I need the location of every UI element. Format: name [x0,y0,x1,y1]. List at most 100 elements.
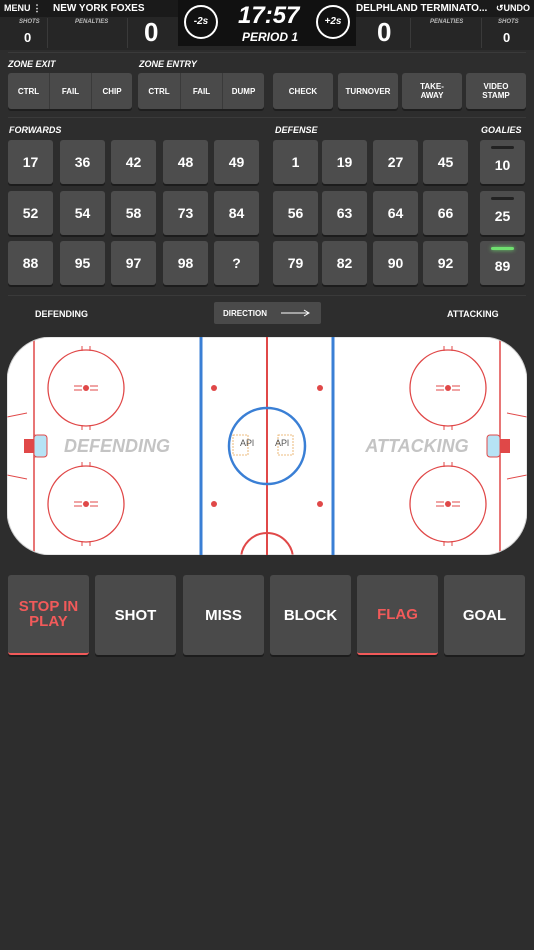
defense-player-button[interactable]: 27 [373,140,418,184]
forward-player-button[interactable]: ? [214,241,259,285]
direction-button-label: DIRECTION [223,308,267,318]
forward-player-button[interactable]: 54 [60,191,105,235]
defense-player-button[interactable]: 19 [322,140,367,184]
faceoff-dot [317,501,323,507]
forward-player-button[interactable]: 95 [60,241,105,285]
away-team-name: DELPHLAND TERMINATO... [356,3,488,14]
divider [127,18,128,48]
defense-player-button[interactable]: 1 [273,140,318,184]
defense-player-button[interactable]: 64 [373,191,418,235]
zone-exit-chip-button[interactable]: CHIP [92,73,132,109]
faceoff-dot [211,501,217,507]
menu-button[interactable]: MENU ⋮ [4,0,42,17]
forward-player-button[interactable]: 97 [111,241,156,285]
goal-button[interactable]: GOAL [444,575,525,655]
arrow-right-icon [281,309,310,317]
check-button[interactable]: CHECK [273,73,333,109]
attacking-zone-label: ATTACKING [364,436,468,456]
goalie-number: 10 [494,157,511,173]
faceoff-dot [211,385,217,391]
away-shots-value: 0 [503,30,511,45]
away-team-bar: DELPHLAND TERMINATO... ↺UNDO [356,0,534,17]
undo-button[interactable]: ↺UNDO [496,0,530,17]
defense-player-button[interactable]: 90 [373,241,418,285]
divider [8,52,526,53]
zone-entry-label: ZONE ENTRY [139,59,197,69]
hockey-rink[interactable]: APl APl DEFENDING ATTACKING [7,337,527,555]
goalies-label: GOALIES [481,125,522,135]
zone-exit-ctrl-button[interactable]: CTRL [8,73,49,109]
forward-player-button[interactable]: 88 [8,241,53,285]
goalie-number: 25 [494,208,511,224]
forward-player-button[interactable]: 98 [163,241,208,285]
divider [8,295,526,296]
goal-net-left [24,439,34,453]
divider [8,117,526,118]
zone-entry-ctrl-button[interactable]: CTRL [138,73,180,109]
defense-player-button[interactable]: 79 [273,241,318,285]
forward-player-button[interactable]: 84 [214,191,259,235]
defense-player-button[interactable]: 45 [423,140,468,184]
goalie-player-button[interactable]: 10 [480,140,525,184]
forward-player-button[interactable]: 17 [8,140,53,184]
home-team-name: NEW YORK FOXES [53,3,145,14]
goalie-on-ice-indicator [491,146,514,149]
goalie-player-button[interactable]: 25 [480,191,525,235]
zone-entry-dump-button[interactable]: DUMP [223,73,264,109]
zone-entry-fail-button[interactable]: FAIL [181,73,222,109]
more-vertical-icon: ⋮ [32,3,42,13]
home-score: 0 [144,17,159,47]
home-shots-label: SHOTS [19,19,40,25]
miss-button[interactable]: MISS [183,575,264,655]
direction-button[interactable]: DIRECTION [214,302,321,324]
faceoff-dot [317,385,323,391]
forward-player-button[interactable]: 49 [214,140,259,184]
forward-player-button[interactable]: 48 [163,140,208,184]
forward-player-button[interactable]: 73 [163,191,208,235]
forward-player-button[interactable]: 52 [8,191,53,235]
forward-player-button[interactable]: 58 [111,191,156,235]
zone-exit-group: CTRL FAIL CHIP [8,73,132,109]
turnover-button[interactable]: TURNOVER [338,73,398,109]
defense-player-button[interactable]: 66 [423,191,468,235]
defense-player-button[interactable]: 92 [423,241,468,285]
goal-crease-right [486,434,501,458]
game-clock-panel: -2s 17:57 PERIOD 1 +2s [178,0,356,46]
home-team-bar: MENU ⋮ NEW YORK FOXES [0,0,178,17]
game-clock[interactable]: 17:57 [238,2,299,30]
goal-crease-left [33,434,48,458]
undo-icon: ↺ [495,3,504,13]
goalie-on-ice-indicator [491,247,514,250]
shot-button[interactable]: SHOT [95,575,176,655]
direction-left-label: DEFENDING [35,309,89,319]
away-score: 0 [377,17,392,47]
zone-exit-fail-button[interactable]: FAIL [50,73,91,109]
forward-player-button[interactable]: 36 [60,140,105,184]
forwards-label: FORWARDS [9,125,62,135]
rink-logo-left: APl [240,438,254,448]
stop-in-play-button[interactable]: STOP IN PLAY [8,575,89,655]
minus-2s-button[interactable]: -2s [184,5,218,39]
away-shots-label: SHOTS [498,19,519,25]
defense-player-button[interactable]: 82 [322,241,367,285]
scoreboard: MENU ⋮ NEW YORK FOXES DELPHLAND TERMINATO… [0,0,534,50]
takeaway-button[interactable]: TAKE- AWAY [402,73,462,109]
defense-player-button[interactable]: 56 [273,191,318,235]
zone-exit-label: ZONE EXIT [8,59,56,69]
divider [481,18,482,48]
home-shots-value: 0 [24,30,32,45]
zone-entry-group: CTRL FAIL DUMP [138,73,264,109]
defending-zone-label: DEFENDING [64,436,170,456]
goalie-player-button[interactable]: 89 [480,241,525,285]
away-penalties-label: PENALTIES [430,19,464,25]
goalie-on-ice-indicator [491,197,514,200]
block-button[interactable]: BLOCK [270,575,351,655]
forward-player-button[interactable]: 42 [111,140,156,184]
flag-button[interactable]: FLAG [357,575,438,655]
divider [47,18,48,48]
video-stamp-button[interactable]: VIDEO STAMP [466,73,526,109]
plus-2s-button[interactable]: +2s [316,5,350,39]
divider [410,18,411,48]
goalie-number: 89 [494,258,511,274]
defense-player-button[interactable]: 63 [322,191,367,235]
